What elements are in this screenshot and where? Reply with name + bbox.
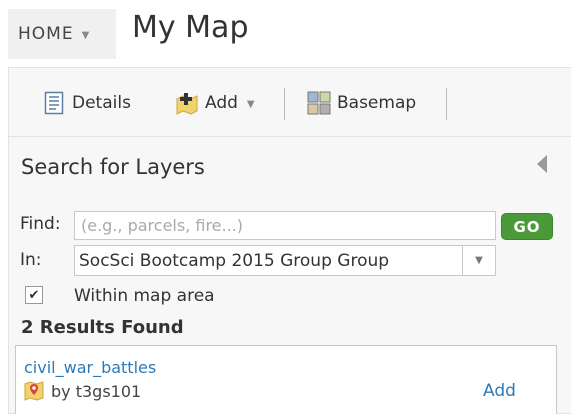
basemap-button[interactable]: Basemap: [307, 90, 416, 116]
search-scope-value: SocSci Bootcamp 2015 Group Group: [79, 250, 390, 271]
find-label: Find:: [20, 214, 61, 234]
basemap-grid-icon: [307, 91, 331, 115]
toolbar-divider: [446, 88, 447, 120]
page-title: My Map: [132, 10, 249, 45]
details-icon: [44, 91, 64, 115]
find-search-input[interactable]: [74, 211, 496, 240]
collapse-panel-icon[interactable]: [537, 155, 547, 173]
feature-layer-icon: [24, 381, 44, 401]
result-owner: by t3gs101: [51, 381, 142, 401]
go-button[interactable]: GO: [501, 213, 553, 240]
add-label: Add: [205, 93, 238, 113]
result-owner-row: by t3gs101: [24, 380, 141, 402]
search-layers-panel: Search for Layers Find: GO In: SocSci Bo…: [8, 137, 571, 414]
chevron-down-icon: ▼: [246, 98, 255, 110]
within-map-checkbox[interactable]: ✔: [25, 286, 43, 304]
in-label: In:: [20, 250, 42, 270]
search-scope-select[interactable]: SocSci Bootcamp 2015 Group Group ▼: [74, 245, 496, 276]
chevron-down-icon: ▼: [81, 29, 91, 41]
details-label: Details: [72, 93, 131, 113]
add-layer-icon: [176, 93, 198, 115]
list-item: civil_war_battles by t3gs101 Add: [15, 345, 557, 414]
result-layer-name[interactable]: civil_war_battles: [24, 358, 156, 377]
panel-title: Search for Layers: [21, 155, 205, 179]
map-toolbar: Details Add ▼ Basemap: [8, 67, 571, 137]
add-layer-link[interactable]: Add: [483, 381, 516, 401]
within-map-label: Within map area: [74, 286, 215, 306]
details-button[interactable]: Details: [42, 90, 131, 116]
home-menu-button[interactable]: HOME ▼: [8, 9, 116, 59]
toolbar-divider: [284, 88, 285, 120]
results-count: 2 Results Found: [21, 317, 184, 338]
basemap-label: Basemap: [337, 93, 417, 113]
home-label: HOME: [18, 24, 74, 44]
checkmark-icon: ✔: [28, 287, 40, 303]
dropdown-arrow-icon[interactable]: ▼: [462, 246, 495, 275]
add-button[interactable]: Add ▼: [175, 90, 255, 116]
